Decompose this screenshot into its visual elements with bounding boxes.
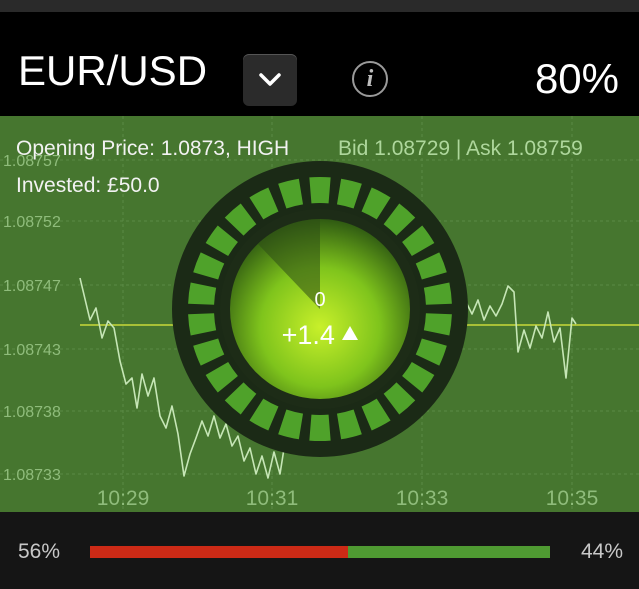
- sentiment-bar: [90, 546, 550, 558]
- invested-amount: Invested: £50.0: [16, 174, 160, 197]
- x-tick-label: 10:33: [396, 487, 449, 510]
- price-chart: 1.08757 1.08752 1.08747 1.08743 1.08738 1.087…: [0, 116, 639, 512]
- x-tick-label: 10:35: [546, 487, 599, 510]
- y-tick-label: 1.08752: [3, 214, 61, 231]
- y-tick-label: 1.08743: [3, 342, 61, 359]
- sentiment-left-percent: 56%: [18, 540, 61, 563]
- dial-segment: [309, 177, 331, 204]
- y-tick-label: 1.08747: [3, 278, 61, 295]
- bid-ask-text: Bid 1.08729 | Ask 1.08759: [338, 137, 583, 160]
- dial-timer-value: 0: [314, 289, 326, 311]
- dial-change: +1.4: [254, 320, 386, 351]
- triangle-up-icon: [342, 326, 359, 340]
- sentiment-bar-green: [347, 546, 550, 558]
- y-tick-label: 1.08738: [3, 404, 61, 421]
- y-tick-label: 1.08733: [3, 467, 61, 484]
- dial-change-value: +1.4: [281, 320, 335, 350]
- status-strip: [0, 0, 639, 12]
- asset-pair-title: EUR/USD: [18, 47, 208, 94]
- dial-segment: [309, 414, 331, 442]
- sentiment-bar-red: [90, 546, 348, 558]
- sentiment-bar-panel: 56% 44%: [0, 512, 639, 589]
- payout-percent: 80%: [534, 55, 619, 102]
- x-tick-label: 10:31: [246, 487, 299, 510]
- sentiment-right-percent: 44%: [580, 540, 623, 563]
- asset-dropdown-button[interactable]: [243, 54, 297, 106]
- asset-header: EUR/USD i 80%: [0, 12, 639, 116]
- info-icon[interactable]: i: [352, 61, 388, 97]
- chevron-down-icon: [259, 73, 281, 86]
- x-tick-label: 10:29: [97, 487, 150, 510]
- opening-price-text: Opening Price: 1.0873, HIGH: [16, 137, 290, 160]
